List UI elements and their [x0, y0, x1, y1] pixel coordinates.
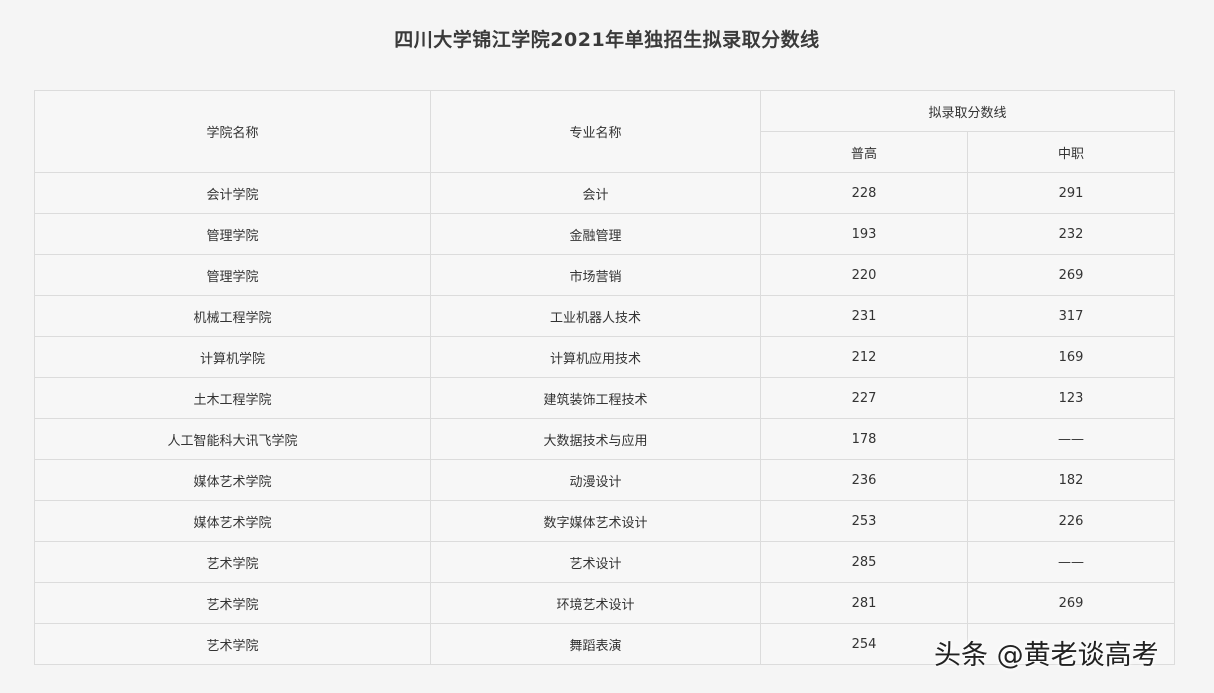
table-row: 会计学院 会计 228 291: [34, 172, 1176, 214]
cell-college: 艺术学院: [34, 623, 431, 665]
score-table: 学院名称 专业名称 拟录取分数线 普高 中职 会计学院 会计 228 291 管…: [34, 90, 1176, 665]
cell-putong: 220: [760, 254, 968, 296]
cell-zhongzhi: 123: [966, 377, 1176, 419]
cell-zhongzhi: 317: [966, 295, 1176, 337]
table-row: 机械工程学院 工业机器人技术 231 317: [34, 295, 1176, 337]
cell-major: 金融管理: [430, 213, 761, 255]
cell-major: 会计: [430, 172, 761, 214]
cell-college: 管理学院: [34, 254, 431, 296]
header-zhongzhi: 中职: [966, 131, 1176, 173]
cell-zhongzhi: 232: [966, 213, 1176, 255]
cell-zhongzhi: 169: [966, 336, 1176, 378]
cell-major: 动漫设计: [430, 459, 761, 501]
cell-zhongzhi: 269: [966, 582, 1176, 624]
header-college: 学院名称: [34, 90, 431, 173]
cell-major: 市场营销: [430, 254, 761, 296]
cell-zhongzhi: 269: [966, 254, 1176, 296]
cell-zhongzhi: ——: [966, 418, 1176, 460]
cell-putong: 227: [760, 377, 968, 419]
cell-zhongzhi: ——: [966, 541, 1176, 583]
table-row: 艺术学院 艺术设计 285 ——: [34, 541, 1176, 583]
cell-major: 数字媒体艺术设计: [430, 500, 761, 542]
cell-zhongzhi: 291: [966, 172, 1176, 214]
table-row: 管理学院 市场营销 220 269: [34, 254, 1176, 296]
header-score-group: 拟录取分数线: [759, 90, 1176, 132]
table-row: 艺术学院 环境艺术设计 281 269: [34, 582, 1176, 624]
cell-putong: 228: [760, 172, 968, 214]
cell-zhongzhi: 226: [966, 500, 1176, 542]
table-row: 媒体艺术学院 动漫设计 236 182: [34, 459, 1176, 501]
page-title: 四川大学锦江学院2021年单独招生拟录取分数线: [394, 29, 820, 51]
cell-college: 机械工程学院: [34, 295, 431, 337]
cell-putong: 231: [760, 295, 968, 337]
cell-zhongzhi: 182: [966, 459, 1176, 501]
cell-putong: 281: [760, 582, 968, 624]
cell-putong: 178: [760, 418, 968, 460]
cell-college: 管理学院: [34, 213, 431, 255]
cell-major: 大数据技术与应用: [430, 418, 761, 460]
table-row: 计算机学院 计算机应用技术 212 169: [34, 336, 1176, 378]
cell-college: 土木工程学院: [34, 377, 431, 419]
cell-college: 人工智能科大讯飞学院: [34, 418, 431, 460]
cell-putong: 285: [760, 541, 968, 583]
header-major: 专业名称: [430, 90, 761, 173]
header-row: 学院名称 专业名称 拟录取分数线: [34, 90, 1176, 173]
cell-major: 计算机应用技术: [430, 336, 761, 378]
cell-college: 计算机学院: [34, 336, 431, 378]
cell-major: 建筑装饰工程技术: [430, 377, 761, 419]
cell-college: 媒体艺术学院: [34, 500, 431, 542]
table-row: 媒体艺术学院 数字媒体艺术设计 253 226: [34, 500, 1176, 542]
cell-college: 艺术学院: [34, 541, 431, 583]
cell-putong: 193: [760, 213, 968, 255]
cell-putong: 253: [760, 500, 968, 542]
cell-major: 工业机器人技术: [430, 295, 761, 337]
cell-college: 艺术学院: [34, 582, 431, 624]
cell-college: 媒体艺术学院: [34, 459, 431, 501]
table-row: 土木工程学院 建筑装饰工程技术 227 123: [34, 377, 1176, 419]
cell-major: 舞蹈表演: [430, 623, 761, 665]
cell-putong: 236: [760, 459, 968, 501]
cell-major: 环境艺术设计: [430, 582, 761, 624]
watermark: 头条 @黄老谈高考: [934, 640, 1159, 671]
table-row: 管理学院 金融管理 193 232: [34, 213, 1176, 255]
cell-college: 会计学院: [34, 172, 431, 214]
header-putong: 普高: [760, 131, 968, 173]
table-row: 人工智能科大讯飞学院 大数据技术与应用 178 ——: [34, 418, 1176, 460]
cell-major: 艺术设计: [430, 541, 761, 583]
cell-putong: 212: [760, 336, 968, 378]
